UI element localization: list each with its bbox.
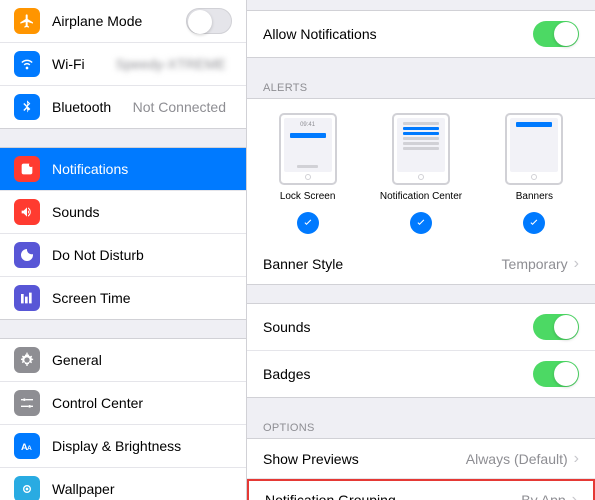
sidebar-item-screentime[interactable]: Screen Time [0,277,246,319]
alerts-header: Alerts [247,76,595,98]
notification-grouping-row[interactable]: Notification Grouping By App › [247,479,595,500]
sidebar-item-bluetooth[interactable]: Bluetooth Not Connected [0,86,246,128]
wallpaper-icon [14,476,40,500]
wifi-icon [14,51,40,77]
sidebar-item-general[interactable]: General [0,339,246,382]
screentime-icon [14,285,40,311]
grouping-value: By App [521,492,565,500]
general-icon [14,347,40,373]
bluetooth-icon [14,94,40,120]
lockscreen-label: Lock Screen [280,191,336,202]
allow-group: Allow Notifications [247,10,595,58]
detail-pane: Allow Notifications Alerts 09:41 Lock Sc… [247,0,595,500]
badges-label: Badges [263,366,533,382]
sidebar-item-wallpaper[interactable]: Wallpaper [0,468,246,500]
notifications-label: Notifications [52,161,232,177]
center-preview [392,113,450,185]
wifi-value: Speedy-XTREME [116,56,226,72]
dnd-label: Do Not Disturb [52,247,232,263]
general-label: General [52,352,232,368]
airplane-label: Airplane Mode [52,13,186,29]
sidebar-item-airplane[interactable]: Airplane Mode [0,0,246,43]
chevron-icon: › [572,491,577,500]
options-header: Options [247,416,595,438]
sidebar-item-display[interactable]: AA Display & Brightness [0,425,246,468]
bluetooth-value: Not Connected [133,99,226,115]
dnd-icon [14,242,40,268]
alerts-group: 09:41 Lock Screen [247,98,595,285]
sounds-badges-group: Sounds Badges [247,303,595,398]
chevron-icon: › [574,450,579,468]
sounds-toggle[interactable] [533,314,579,340]
sounds-row[interactable]: Sounds [247,304,595,351]
alert-banners[interactable]: Banners [505,113,563,234]
banners-preview [505,113,563,185]
sidebar-group-connectivity: Airplane Mode Wi-Fi Speedy-XTREME Blueto… [0,0,246,129]
sidebar-item-controlcenter[interactable]: Control Center [0,382,246,425]
alert-lockscreen[interactable]: 09:41 Lock Screen [279,113,337,234]
lockscreen-preview: 09:41 [279,113,337,185]
center-check[interactable] [410,212,432,234]
wallpaper-label: Wallpaper [52,481,232,497]
controlcenter-icon [14,390,40,416]
settings-sidebar: Airplane Mode Wi-Fi Speedy-XTREME Blueto… [0,0,247,500]
sidebar-group-notifications: Notifications Sounds Do Not Disturb Scre… [0,147,246,320]
display-label: Display & Brightness [52,438,232,454]
airplane-toggle[interactable] [186,8,232,34]
sounds-icon [14,199,40,225]
center-label: Notification Center [380,191,462,202]
badges-toggle[interactable] [533,361,579,387]
alert-center[interactable]: Notification Center [380,113,462,234]
options-group: Show Previews Always (Default) › Notific… [247,438,595,500]
screentime-label: Screen Time [52,290,232,306]
badges-row[interactable]: Badges [247,351,595,397]
chevron-icon: › [574,255,579,273]
banner-style-row[interactable]: Banner Style Temporary › [247,244,595,284]
alert-style-row: 09:41 Lock Screen [247,99,595,244]
display-icon: AA [14,433,40,459]
sounds-label-main: Sounds [263,319,533,335]
show-previews-row[interactable]: Show Previews Always (Default) › [247,439,595,479]
show-previews-label: Show Previews [263,451,466,467]
banner-style-value: Temporary [502,256,568,272]
notifications-icon [14,156,40,182]
show-previews-value: Always (Default) [466,451,568,467]
sidebar-group-general: General Control Center AA Display & Brig… [0,338,246,500]
banners-label: Banners [516,191,553,202]
sidebar-item-notifications[interactable]: Notifications [0,148,246,191]
allow-toggle[interactable] [533,21,579,47]
lockscreen-check[interactable] [297,212,319,234]
banner-style-label: Banner Style [263,256,502,272]
svg-text:A: A [27,445,32,452]
allow-notifications-row[interactable]: Allow Notifications [247,11,595,57]
sidebar-item-sounds[interactable]: Sounds [0,191,246,234]
grouping-label: Notification Grouping [265,492,521,500]
allow-label: Allow Notifications [263,26,533,42]
controlcenter-label: Control Center [52,395,232,411]
wifi-label: Wi-Fi [52,56,116,72]
sounds-label: Sounds [52,204,232,220]
banners-check[interactable] [523,212,545,234]
sidebar-item-wifi[interactable]: Wi-Fi Speedy-XTREME [0,43,246,86]
airplane-icon [14,8,40,34]
bluetooth-label: Bluetooth [52,99,133,115]
sidebar-item-dnd[interactable]: Do Not Disturb [0,234,246,277]
